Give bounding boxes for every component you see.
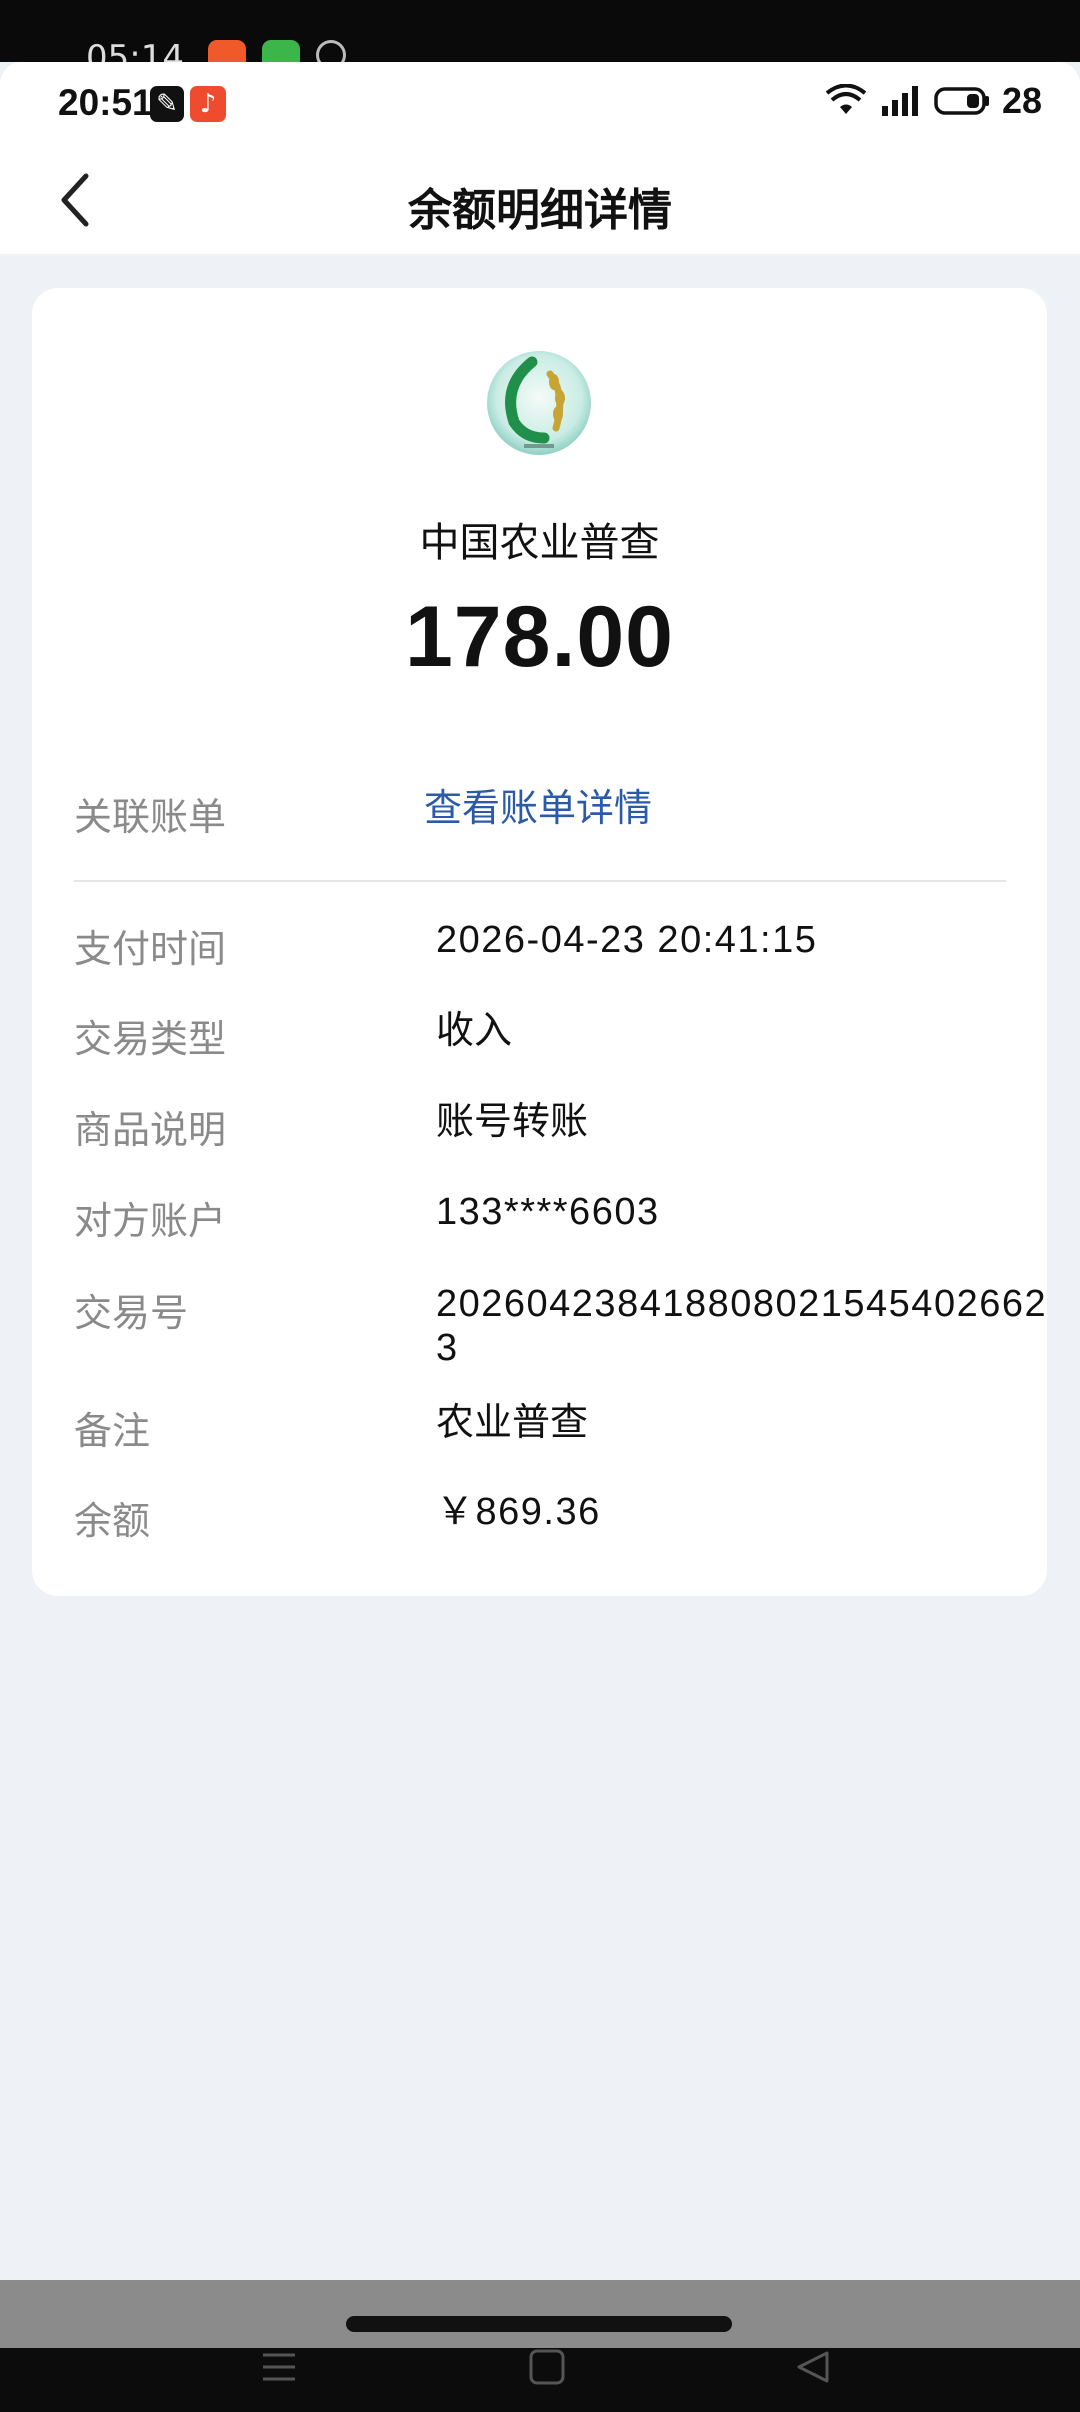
merchant-name: 中国农业普查 (419, 520, 660, 566)
transaction-amount: 178.00 (404, 589, 675, 685)
balance-value: ￥869.36 (436, 1491, 601, 1533)
remark-label: 备注 (74, 1409, 151, 1453)
home-button[interactable] (522, 2342, 572, 2392)
status-indicators: 28 (825, 80, 1042, 122)
recent-apps-button[interactable] (254, 2342, 304, 2392)
goods-desc-label: 商品说明 (74, 1108, 227, 1152)
home-gesture-bar[interactable] (346, 2316, 732, 2332)
system-nav-bar (0, 2280, 1080, 2412)
triangle-back-icon (797, 2351, 829, 2383)
battery-icon (934, 87, 989, 115)
counterparty-value: 133****6603 (436, 1191, 660, 1233)
signal-icon (881, 86, 918, 116)
pay-time-value: 2026-04-23 20:41:15 (436, 919, 818, 961)
status-bar: 20:51 ✎ ♪ 28 (0, 62, 1080, 144)
battery-level: 28 (1001, 80, 1042, 121)
balance-label: 余额 (74, 1499, 151, 1543)
notification-icon: ✎ (150, 86, 184, 122)
trade-no-value[interactable]: 2026042384188080215454026623 (436, 1282, 1048, 1370)
trade-type-label: 交易类型 (74, 1017, 227, 1061)
related-bill-label: 关联账单 (74, 795, 227, 839)
trade-no-label: 交易号 (74, 1291, 189, 1335)
status-time: 20:51 (58, 82, 153, 123)
background-status-bar: 05:14 (0, 0, 1080, 76)
transaction-card: 中国农业普查 178.00 关联账单 查看账单详情 支付时间 2026-04-2… (32, 288, 1047, 1596)
wifi-icon (825, 84, 866, 114)
merchant-logo (487, 351, 591, 455)
listen-app-icon: ♪ (190, 86, 226, 122)
back-nav-button[interactable] (788, 2342, 838, 2392)
trade-type-value: 收入 (436, 1008, 513, 1052)
menu-icon (263, 2353, 295, 2381)
page-title: 余额明细详情 (408, 185, 672, 236)
goods-desc-value: 账号转账 (436, 1099, 589, 1143)
pay-time-label: 支付时间 (74, 927, 227, 971)
square-icon (529, 2349, 565, 2385)
counterparty-label: 对方账户 (74, 1199, 227, 1243)
app-header: 余额明细详情 (0, 144, 1080, 254)
divider (74, 880, 1006, 882)
remark-value: 农业普查 (436, 1400, 589, 1444)
view-bill-details-link[interactable]: 查看账单详情 (424, 786, 1064, 830)
